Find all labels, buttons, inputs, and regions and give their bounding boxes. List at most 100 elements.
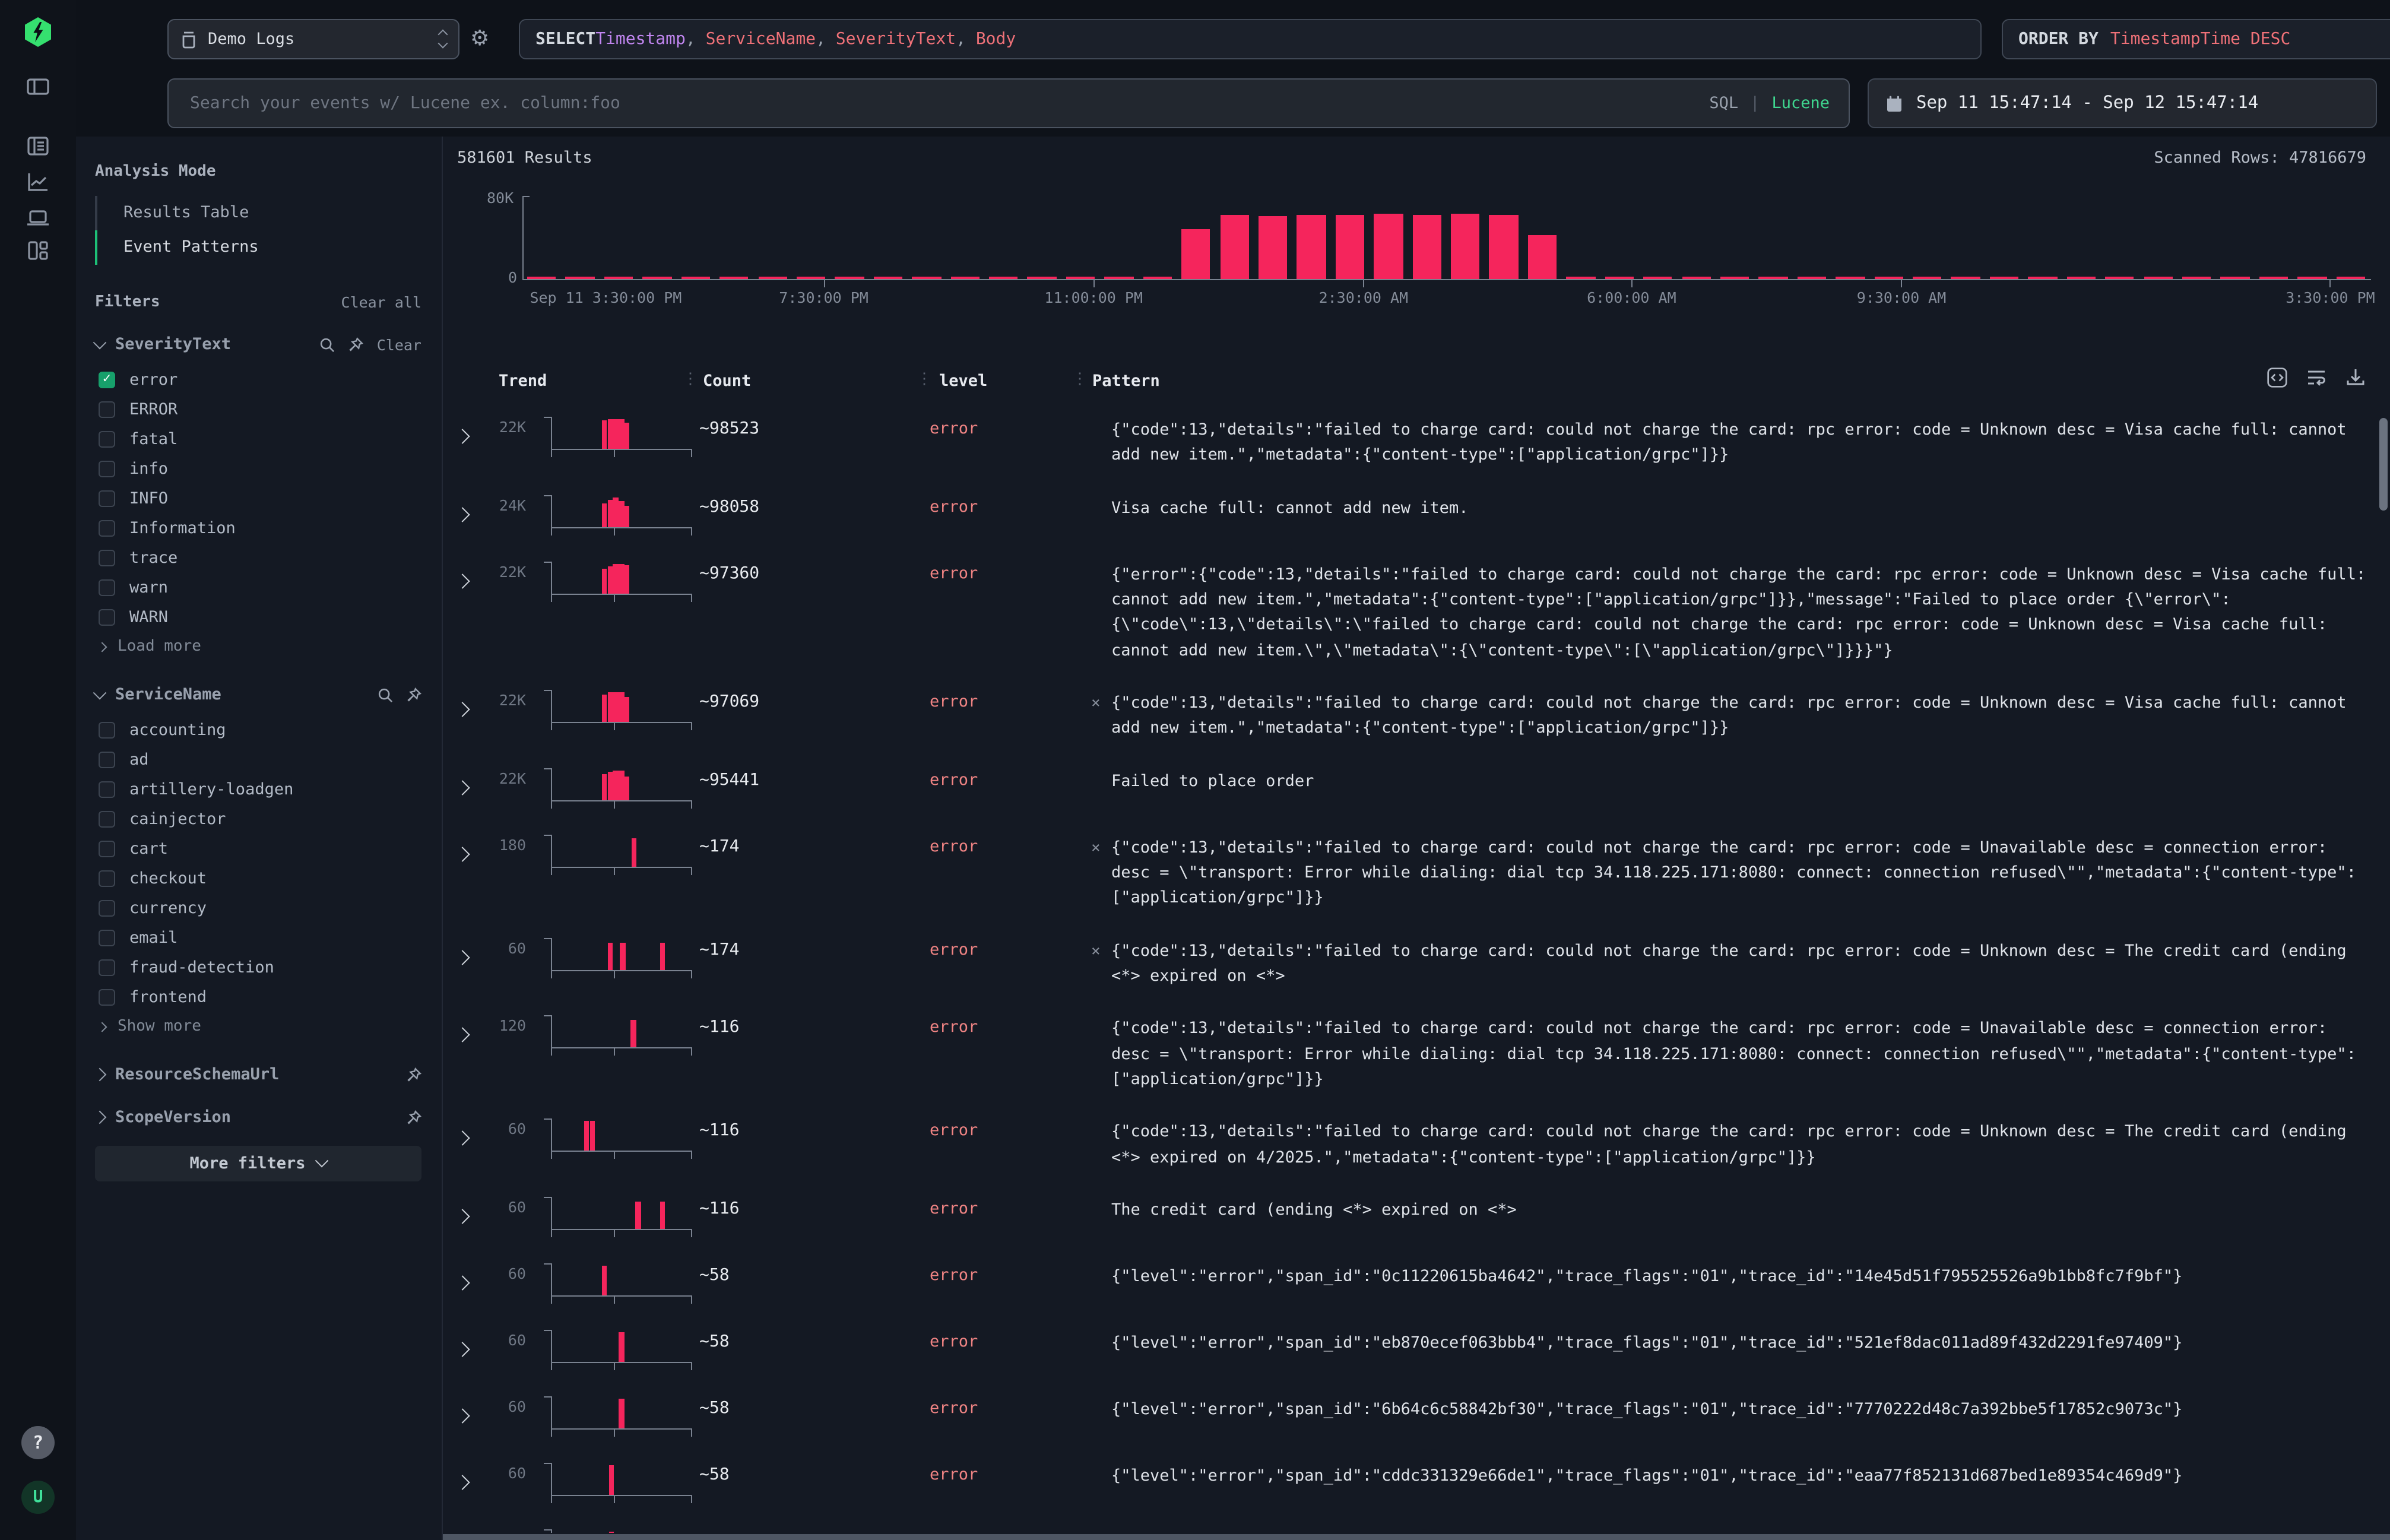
search-input[interactable] [188, 93, 1709, 114]
col-trend[interactable]: Trend [499, 372, 547, 391]
col-resize-handle[interactable]: ⋮ [917, 370, 932, 388]
pattern-text[interactable]: ×{"code":13,"details":"failed to charge … [1090, 687, 2378, 742]
pattern-text[interactable]: {"level":"error","span_id":"334357bae9ed… [1090, 1527, 2378, 1533]
search-icon[interactable] [378, 687, 393, 702]
checkbox[interactable] [99, 460, 115, 477]
more-filters-button[interactable]: More filters [95, 1146, 421, 1181]
order-by-editor[interactable]: ORDER BY TimestampTime DESC [2002, 19, 2390, 59]
expand-row-button[interactable] [443, 765, 486, 797]
pattern-text[interactable]: {"level":"error","span_id":"0c11220615ba… [1090, 1261, 2378, 1290]
filter-option-currency[interactable]: currency [95, 893, 421, 923]
checkbox-checked[interactable]: ✓ [99, 371, 115, 388]
pattern-text[interactable]: Visa cache full: cannot add new item. [1090, 492, 2378, 521]
checkbox[interactable] [99, 840, 115, 857]
filter-option-accounting[interactable]: accounting [95, 715, 421, 744]
pattern-text[interactable]: {"error":{"code":13,"details":"failed to… [1090, 559, 2378, 664]
expand-row-button[interactable] [443, 1460, 486, 1493]
expand-row-button[interactable] [443, 1327, 486, 1360]
filter-option-ad[interactable]: ad [95, 744, 421, 774]
expand-row-button[interactable] [443, 687, 486, 720]
filter-option-error[interactable]: ERROR [95, 394, 421, 424]
filter-option-cart[interactable]: cart [95, 834, 421, 863]
checkbox[interactable] [99, 781, 115, 797]
load-more-button[interactable]: Load more [95, 632, 421, 661]
filter-group-resourceschemaurl[interactable]: ResourceSchemaUrl [95, 1065, 421, 1084]
gear-icon[interactable]: ⚙ [470, 26, 489, 51]
checkbox[interactable] [99, 519, 115, 536]
expand-row-button[interactable] [443, 1261, 486, 1293]
col-level[interactable]: level [939, 372, 987, 391]
table-row[interactable]: 120~116error{"code":13,"details":"failed… [443, 1002, 2378, 1105]
source-select[interactable]: Demo Logs [167, 19, 459, 59]
filter-option-warn[interactable]: warn [95, 572, 421, 602]
table-row[interactable]: 24K~98058errorVisa cache full: cannot ad… [443, 480, 2378, 547]
filter-option-checkout[interactable]: checkout [95, 863, 421, 893]
table-row[interactable]: 22K~97069error×{"code":13,"details":"fai… [443, 676, 2378, 753]
expand-row-button[interactable] [443, 1013, 486, 1045]
pin-icon[interactable] [406, 1067, 421, 1082]
table-row[interactable]: 22K~97360error{"error":{"code":13,"detai… [443, 547, 2378, 676]
search-logs-icon[interactable] [25, 133, 51, 159]
filter-option-info[interactable]: INFO [95, 483, 421, 513]
lucene-mode-button[interactable]: Lucene [1771, 94, 1830, 113]
results-histogram[interactable]: 80K 0 [443, 194, 2371, 280]
filter-option-frontend[interactable]: frontend [95, 982, 421, 1012]
filter-option-info[interactable]: info [95, 454, 421, 483]
search-icon[interactable] [320, 337, 335, 352]
expand-row-button[interactable] [443, 832, 486, 864]
table-row[interactable]: 60~116errorThe credit card (ending <*> e… [443, 1183, 2378, 1249]
chart-icon[interactable] [25, 169, 51, 195]
expand-row-button[interactable] [443, 1527, 486, 1533]
exclude-icon[interactable]: × [1091, 836, 1101, 861]
table-row[interactable]: 60~58error{"level":"error","span_id":"eb… [443, 1316, 2378, 1382]
checkbox[interactable] [99, 899, 115, 916]
table-row[interactable]: 60~58error{"level":"error","span_id":"0c… [443, 1249, 2378, 1316]
expand-row-button[interactable] [443, 1117, 486, 1149]
filter-option-error[interactable]: ✓error [95, 365, 421, 394]
exclude-icon[interactable]: × [1091, 692, 1101, 717]
pattern-text[interactable]: {"level":"error","span_id":"eb870ecef063… [1090, 1327, 2378, 1357]
expand-row-button[interactable] [443, 414, 486, 446]
analysis-tab-results-table[interactable]: Results Table [97, 196, 421, 230]
checkbox[interactable] [99, 579, 115, 595]
table-row[interactable]: 22K~95441errorFailed to place order [443, 753, 2378, 820]
code-block-icon[interactable] [2267, 367, 2288, 388]
checkbox[interactable] [99, 401, 115, 417]
services-icon[interactable] [25, 204, 51, 230]
wrap-text-icon[interactable] [2306, 367, 2327, 388]
pattern-text[interactable]: {"level":"error","span_id":"cddc331329e6… [1090, 1460, 2378, 1490]
filter-group-servicename[interactable]: ServiceName [95, 685, 421, 704]
table-row[interactable]: 60~58error{"level":"error","span_id":"cd… [443, 1449, 2378, 1515]
pin-icon[interactable] [348, 337, 364, 352]
filter-group-scopeversion[interactable]: ScopeVersion [95, 1108, 421, 1127]
table-row[interactable]: 60~58error{"level":"error","span_id":"33… [443, 1515, 2378, 1533]
exclude-icon[interactable]: × [1091, 940, 1101, 964]
checkbox[interactable] [99, 988, 115, 1005]
pattern-text[interactable]: {"code":13,"details":"failed to charge c… [1090, 1013, 2378, 1093]
dashboards-icon[interactable] [25, 237, 51, 264]
checkbox[interactable] [99, 549, 115, 566]
col-pattern[interactable]: Pattern [1092, 372, 1160, 391]
download-icon[interactable] [2345, 367, 2366, 388]
filter-option-warn[interactable]: WARN [95, 602, 421, 632]
checkbox[interactable] [99, 490, 115, 506]
expand-row-button[interactable] [443, 935, 486, 967]
pattern-text[interactable]: Failed to place order [1090, 765, 2378, 794]
sql-mode-button[interactable]: SQL [1709, 94, 1738, 113]
table-row[interactable]: 22K~98523error{"code":13,"details":"fail… [443, 403, 2378, 480]
checkbox[interactable] [99, 609, 115, 625]
checkbox[interactable] [99, 721, 115, 738]
filter-group-severitytext[interactable]: SeverityTextClear [95, 335, 421, 354]
filter-option-cainjector[interactable]: cainjector [95, 804, 421, 834]
pattern-text[interactable]: {"level":"error","span_id":"6b64c6c58842… [1090, 1394, 2378, 1423]
filter-option-fatal[interactable]: fatal [95, 424, 421, 454]
time-range-picker[interactable]: Sep 11 15:47:14 - Sep 12 15:47:14 [1868, 78, 2377, 128]
pattern-text[interactable]: {"code":13,"details":"failed to charge c… [1090, 414, 2378, 468]
clear-all-button[interactable]: Clear all [341, 293, 421, 311]
checkbox[interactable] [99, 870, 115, 886]
expand-row-button[interactable] [443, 1394, 486, 1426]
checkbox[interactable] [99, 430, 115, 447]
horizontal-scrollbar[interactable] [443, 1534, 2390, 1540]
vertical-scrollbar[interactable] [2379, 418, 2388, 511]
col-resize-handle[interactable]: ⋮ [1072, 370, 1088, 388]
